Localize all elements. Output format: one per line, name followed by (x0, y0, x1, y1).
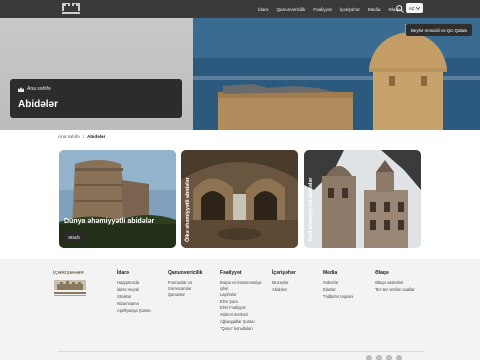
top-header: İdarə Qanunvericilik Fəaliyyət İçərişəhə… (0, 0, 480, 18)
footer-link[interactable]: Əlaqə vasitələri (375, 280, 415, 287)
footer-link[interactable]: Xəbərlər (323, 280, 353, 287)
footer-col-fealiyyet: Fəaliyyət Bərpa və konservasiya işləri L… (220, 270, 270, 333)
footer-col-icerisheher: İçərişəhər Muzeylər Abidələr (272, 270, 296, 294)
footer-divider (58, 351, 424, 352)
footer-col-qanunvericilik: Qanunvericilik Fərmanlar və Sərəncamlar … (168, 270, 214, 299)
breadcrumb-separator: / (82, 134, 84, 139)
footer-link[interactable]: Haqqımızda (117, 280, 151, 287)
card-country-monuments[interactable]: Ölkə əhəmiyyətli abidələr (181, 150, 298, 248)
social-facebook-icon[interactable] (366, 355, 372, 360)
breadcrumb-home[interactable]: Ana səhifə (58, 134, 80, 139)
hero-image-caption: Beylər məscidi və Qız Qalası (406, 24, 473, 36)
chevron-down-icon (416, 6, 421, 10)
footer-link[interactable]: Muzeylər (272, 280, 296, 287)
card-country-image (181, 150, 298, 248)
social-instagram-icon[interactable] (376, 355, 382, 360)
footer-logo-emblem-icon (54, 280, 86, 296)
card-local-image (304, 150, 421, 248)
footer-heading: Fəaliyyət (220, 270, 242, 276)
card-country-title: Ölkə əhəmiyyətli abidələr (185, 177, 191, 242)
footer-col-elaqe: Əlaqə Əlaqə vasitələri Tez-tez verilən s… (375, 270, 415, 294)
footer-link[interactable]: Xidmət mərkəzi (220, 312, 270, 319)
breadcrumb-current: Abidələr (87, 134, 106, 139)
footer-link[interactable]: Ağsaqqallar Şurası (220, 319, 270, 326)
footer-link[interactable]: Elanlar (323, 287, 353, 294)
footer-logo-text: İÇƏRİŞƏHƏR (53, 270, 84, 275)
footer-link[interactable]: Struktur (117, 294, 151, 301)
social-youtube-icon[interactable] (386, 355, 392, 360)
footer-link[interactable]: Tez-tez verilən suallar (375, 287, 415, 294)
card-local-title: Yerli əhəmiyyətli abidələr (308, 177, 314, 242)
card-world-more-button[interactable]: Ətraflı (64, 232, 84, 242)
footer-link[interactable]: Tədbirlər təqvimi (323, 294, 353, 301)
nav-qanunvericilik[interactable]: Qanunvericilik (276, 7, 305, 12)
nav-fealiyyet[interactable]: Fəaliyyət (313, 7, 331, 12)
hero-home-label: Ana səhifə (27, 86, 51, 92)
social-twitter-icon[interactable] (396, 355, 402, 360)
card-local-monuments[interactable]: Yerli əhəmiyyətli abidələr (304, 150, 421, 248)
footer-heading: İdarə (117, 270, 129, 276)
footer-link[interactable]: Fərmanlar və Sərəncamlar (168, 280, 214, 292)
language-select[interactable]: AZ (406, 3, 423, 13)
footer-col-media: Media Xəbərlər Elanlar Tədbirlər təqvimi (323, 270, 353, 301)
footer-heading: Əlaqə (375, 270, 389, 276)
footer-col-idare: İdarə Haqqımızda İdarə Heyəti Struktur N… (117, 270, 151, 315)
hero-home-link[interactable]: Ana səhifə (18, 86, 51, 92)
footer-link[interactable]: Qanunlar (168, 292, 214, 299)
footer-link[interactable]: Abidələr (272, 287, 296, 294)
nav-icerisheher[interactable]: İçərişəhər (340, 7, 360, 12)
footer-logo[interactable]: İÇƏRİŞƏHƏR (53, 270, 89, 300)
footer: İÇƏRİŞƏHƏR İdarə Haqqımızda İdarə Heyəti… (0, 259, 480, 360)
footer-link[interactable]: Nizamnamə (117, 301, 151, 308)
footer-link[interactable]: İdarə Heyəti (117, 287, 151, 294)
main-nav: İdarə Qanunvericilik Fəaliyyət İçərişəhə… (258, 0, 401, 18)
footer-heading: İçərişəhər (272, 270, 296, 276)
footer-link[interactable]: Apellyasiya Şurası (117, 308, 151, 315)
language-value: AZ (408, 5, 415, 11)
site-logo-icon[interactable] (58, 0, 84, 18)
card-world-monuments[interactable]: Dünya əhəmiyyətli abidələr Ətraflı (59, 150, 176, 248)
footer-link[interactable]: "Qonu" konulluları (220, 326, 270, 333)
page-title: Abidələr (18, 99, 59, 110)
footer-link[interactable]: Elmi Fəaliyyət (220, 305, 270, 312)
nav-media[interactable]: Media (368, 7, 381, 12)
nav-idare[interactable]: İdarə (258, 7, 268, 12)
breadcrumb: Ana səhifə / Abidələr (58, 134, 105, 139)
home-crown-icon (18, 86, 24, 92)
search-icon[interactable] (395, 4, 405, 14)
footer-link[interactable]: Bərpa və konservasiya işləri (220, 280, 270, 292)
footer-link[interactable]: Elmi Şura (220, 299, 270, 306)
card-world-title: Dünya əhəmiyyətli abidələr (64, 218, 155, 225)
footer-link[interactable]: Layihələr (220, 292, 270, 299)
footer-heading: Qanunvericilik (168, 270, 203, 276)
footer-heading: Media (323, 270, 338, 276)
page-title-card: Ana səhifə Abidələr (10, 79, 182, 118)
